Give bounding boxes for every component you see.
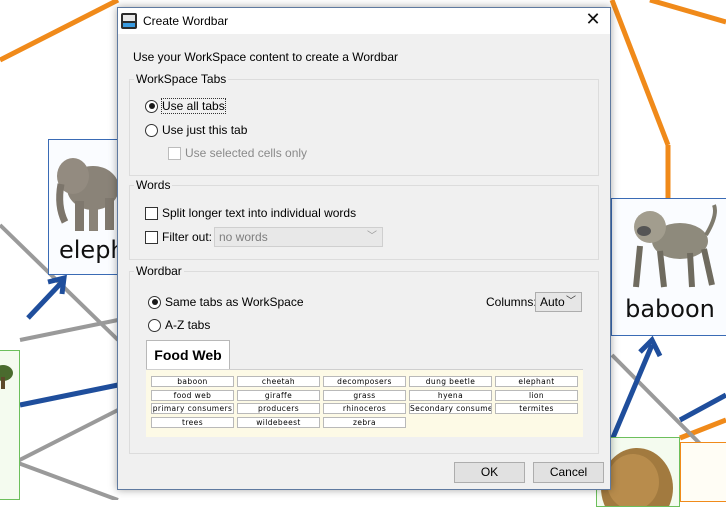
wordbar-cell: decomposers: [323, 376, 406, 387]
radio-dot[interactable]: [145, 99, 158, 113]
tree-image: [0, 365, 13, 389]
radio-dot[interactable]: [148, 295, 161, 309]
baboon-image: [633, 204, 717, 288]
ok-button[interactable]: OK: [454, 462, 525, 483]
orange-link: [609, 0, 671, 146]
orange-link: [649, 0, 726, 25]
wordbar-cell: rhinoceros: [323, 403, 406, 414]
tab-food-web[interactable]: Food Web: [146, 340, 230, 370]
wordbar-cell: producers: [237, 403, 320, 414]
blue-link: [678, 392, 726, 423]
wordbar-cell: dung beetle: [409, 376, 492, 387]
wordbar-preview: baboon cheetah decomposers dung beetle eleph…: [146, 369, 583, 437]
use-selected-cells-checkbox[interactable]: Use selected cells only: [168, 146, 307, 160]
split-longer-text-label[interactable]: Split longer text into individual words: [162, 206, 356, 220]
wordbar-cell: Secondary consumers: [409, 403, 492, 414]
wordbar-cell: food web: [151, 389, 234, 401]
wordbar-cell: primary consumers: [151, 403, 234, 414]
filter-out-select[interactable]: no words ﹀: [214, 227, 383, 247]
cancel-button[interactable]: Cancel: [533, 462, 604, 483]
blue-link: [19, 382, 119, 408]
workspace-tabs-legend: WorkSpace Tabs: [136, 72, 227, 86]
wordbar-cell: elephant: [495, 376, 578, 387]
wordbar-cell: cheetah: [237, 376, 320, 387]
checkbox-box[interactable]: [168, 146, 181, 160]
use-selected-cells-label[interactable]: Use selected cells only: [185, 146, 307, 160]
radio-dot[interactable]: [145, 123, 158, 137]
columns-value: Auto: [540, 295, 565, 309]
checkbox-box[interactable]: [145, 206, 158, 220]
use-all-tabs-radio[interactable]: Use all tabs: [145, 98, 226, 114]
use-just-this-tab-radio[interactable]: Use just this tab: [145, 123, 247, 137]
wordbar-legend: Wordbar: [136, 264, 182, 278]
plant-card[interactable]: [0, 350, 20, 500]
baboon-card[interactable]: baboon: [611, 198, 726, 336]
filter-out-checkbox[interactable]: Filter out:: [145, 230, 212, 244]
wordbar-cell: grass: [323, 389, 406, 401]
wordbar-cell: zebra: [323, 416, 406, 428]
dialog-title: Create Wordbar: [143, 14, 229, 28]
az-tabs-label[interactable]: A-Z tabs: [165, 318, 210, 332]
wordbar-cell: trees: [151, 416, 234, 428]
same-tabs-radio[interactable]: Same tabs as WorkSpace: [148, 295, 304, 309]
wordbar-cell: wildebeest: [237, 416, 320, 428]
intro-text: Use your WorkSpace content to create a W…: [133, 50, 399, 64]
radio-dot[interactable]: [148, 318, 161, 332]
wordbar-cell: hyena: [409, 389, 492, 401]
chevron-down-icon: ﹀: [367, 231, 377, 242]
app-icon: [121, 13, 137, 29]
same-tabs-label[interactable]: Same tabs as WorkSpace: [165, 295, 304, 309]
chevron-down-icon: ﹀: [566, 296, 576, 307]
create-wordbar-dialog: Create Wordbar ✕ Use your WorkSpace cont…: [117, 7, 611, 490]
columns-select[interactable]: Auto ﹀: [535, 292, 582, 312]
orange-link: [0, 0, 120, 63]
az-tabs-radio[interactable]: A-Z tabs: [148, 318, 210, 332]
title-bar[interactable]: Create Wordbar ✕: [118, 8, 610, 34]
wordbar-cell: lion: [495, 389, 578, 401]
gray-link: [9, 458, 119, 500]
wordbar-cell: termites: [495, 403, 578, 414]
orange-card-edge: [680, 442, 726, 502]
elephant-card[interactable]: eleph: [48, 139, 128, 275]
elephant-image: [56, 158, 119, 231]
use-just-this-tab-label[interactable]: Use just this tab: [162, 123, 247, 137]
blue-link: [26, 280, 64, 320]
split-longer-text-checkbox[interactable]: Split longer text into individual words: [145, 206, 356, 220]
columns-label: Columns:: [486, 295, 537, 309]
filter-out-label[interactable]: Filter out:: [162, 230, 212, 244]
close-icon[interactable]: ✕: [582, 11, 604, 31]
wordbar-cell: baboon: [151, 376, 234, 387]
filter-out-value: no words: [219, 230, 268, 244]
wordbar-cell: giraffe: [237, 389, 320, 401]
gray-link: [19, 318, 119, 342]
use-all-tabs-label[interactable]: Use all tabs: [161, 98, 226, 114]
checkbox-box[interactable]: [145, 230, 158, 244]
baboon-label: baboon: [625, 295, 715, 323]
words-legend: Words: [136, 178, 171, 192]
